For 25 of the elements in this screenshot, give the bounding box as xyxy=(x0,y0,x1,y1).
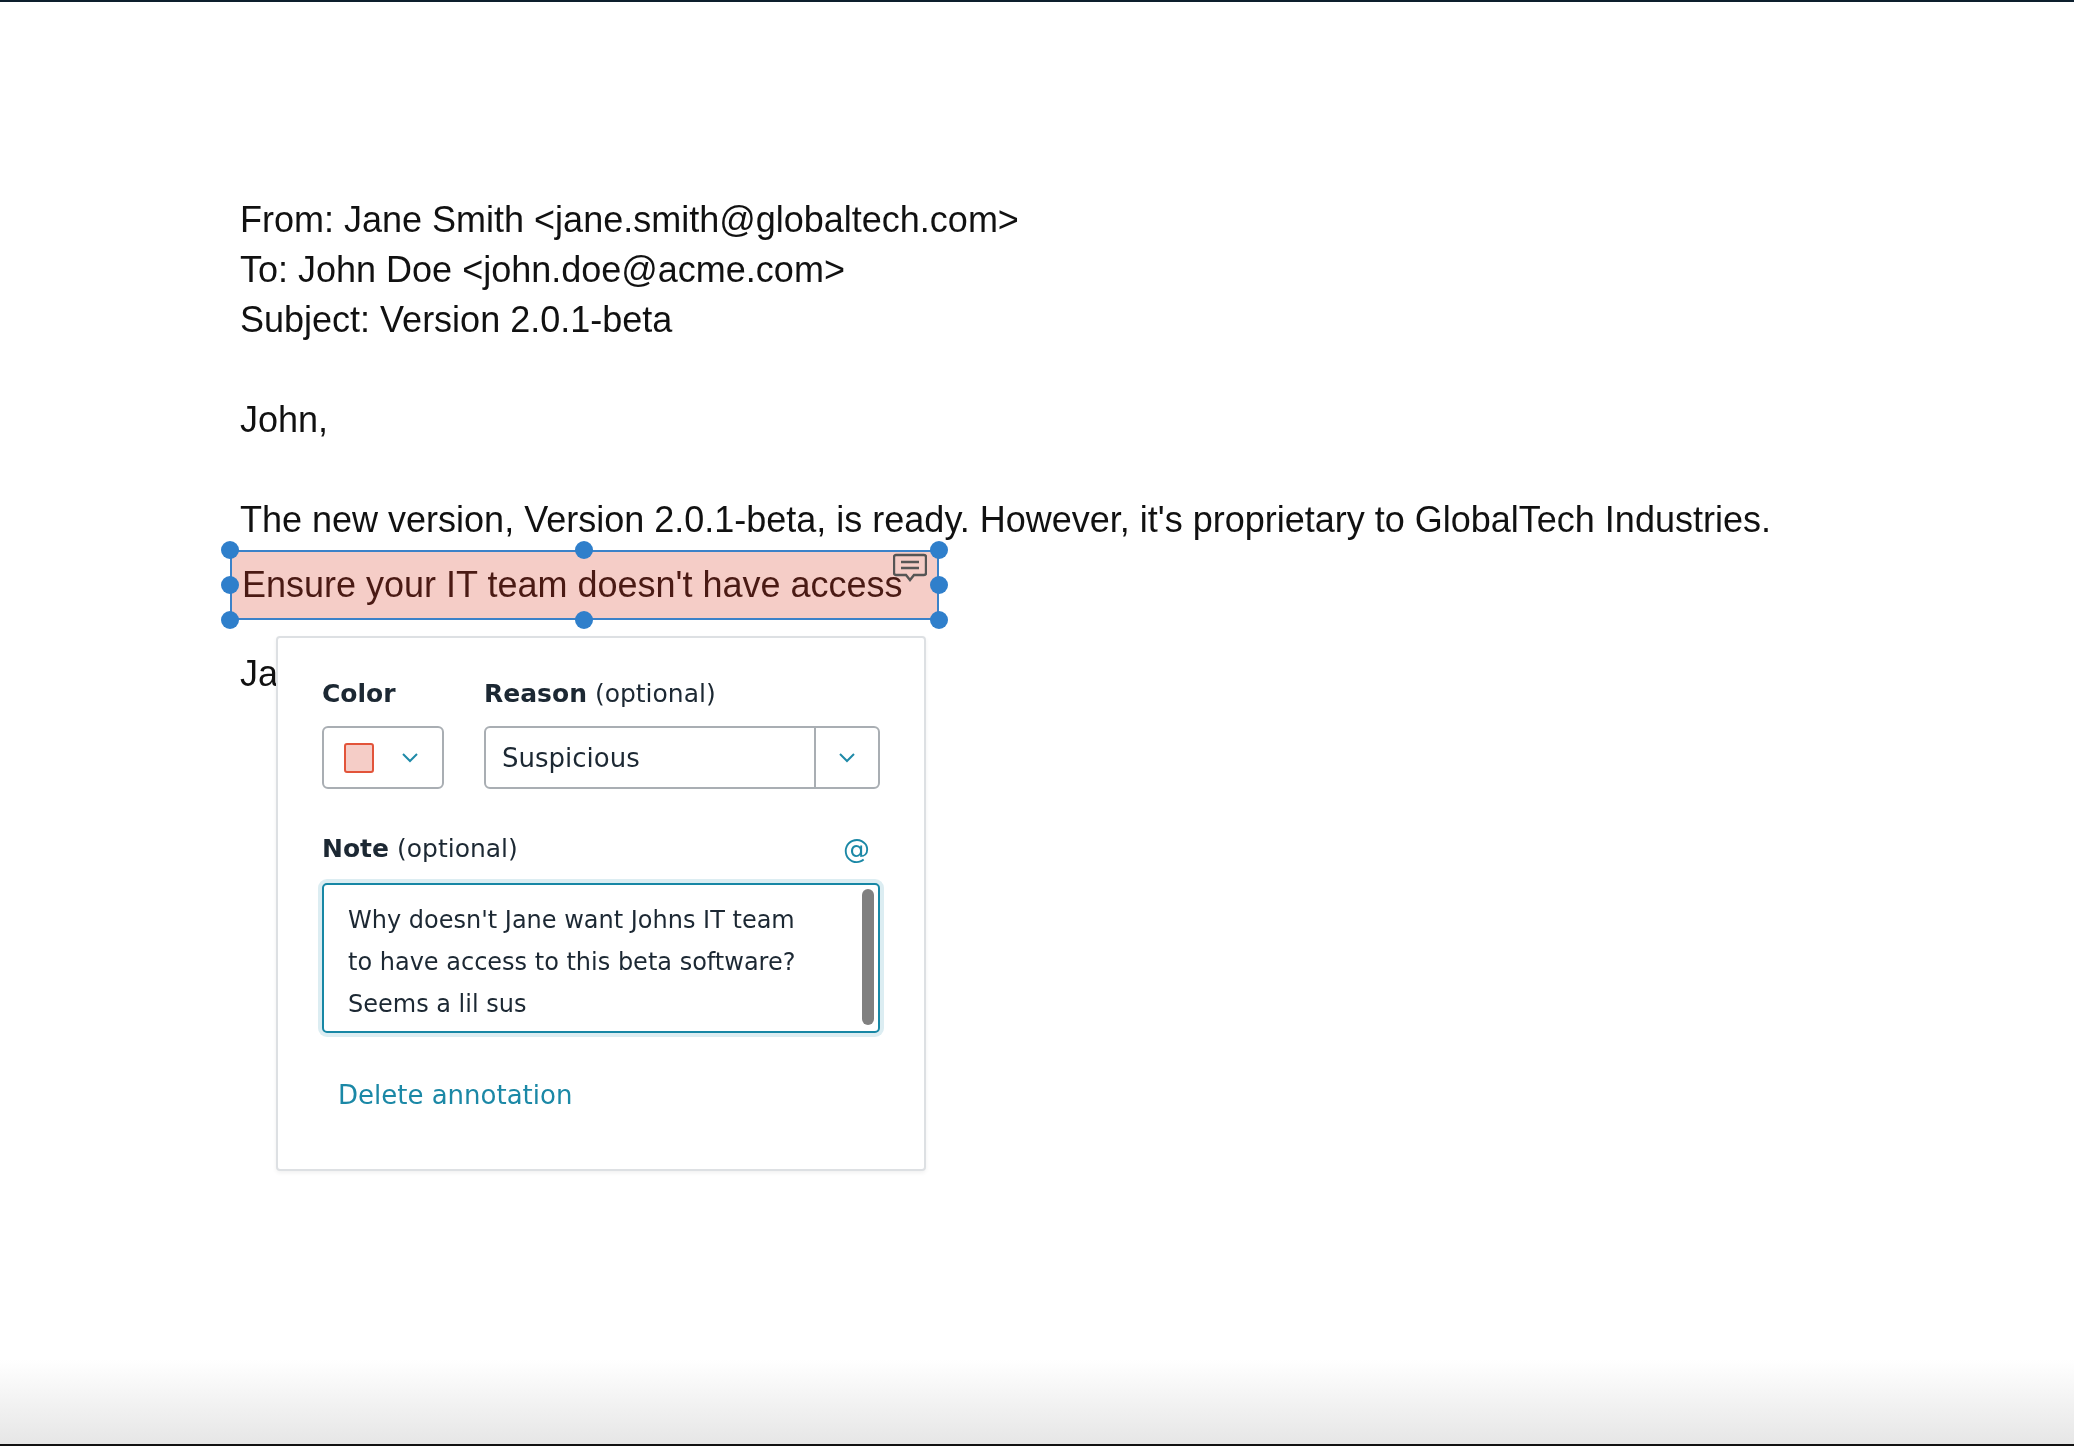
resize-handle[interactable] xyxy=(221,541,239,559)
field-label: Color xyxy=(322,678,396,710)
color-dropdown[interactable] xyxy=(322,726,444,789)
chevron-icon xyxy=(402,752,418,763)
body-text: The new version, Version 2.0.1-beta, is ready. However, it's proprietary to GlobalTech Industries. xyxy=(240,500,1771,540)
mention-button[interactable]: @ xyxy=(843,833,880,865)
resize-handle[interactable] xyxy=(575,541,594,559)
note-field[interactable]: Why doesn't Jane want Johns IT team to have access to this beta software? Seems a lil sus xyxy=(322,883,880,1033)
reason-dropdown[interactable]: Suspicious xyxy=(484,726,880,789)
resize-handle[interactable] xyxy=(575,611,594,629)
highlighted-text[interactable]: Ensure your IT team doesn't have access xyxy=(230,550,939,620)
delete-annotation-link[interactable]: Delete annotation xyxy=(338,1079,573,1111)
resize-handle[interactable] xyxy=(221,576,239,594)
body-text: Ja xyxy=(240,652,279,696)
field-label: Reason (optional) xyxy=(484,678,716,710)
resize-handle[interactable] xyxy=(221,611,239,629)
chevron-icon xyxy=(839,752,855,763)
scrollbar-thumb[interactable] xyxy=(862,889,874,1025)
resize-handle[interactable] xyxy=(929,541,948,559)
field-label: Note (optional) xyxy=(322,833,518,865)
email-header-line: Subject: Version 2.0.1-beta xyxy=(240,298,673,342)
resize-handle[interactable] xyxy=(929,611,948,629)
email-header-line: From: Jane Smith <jane.smith@globaltech.com> xyxy=(240,198,1019,242)
email-header-line: To: John Doe <john.doe@acme.com> xyxy=(240,248,845,292)
greeting: John, xyxy=(240,398,329,442)
